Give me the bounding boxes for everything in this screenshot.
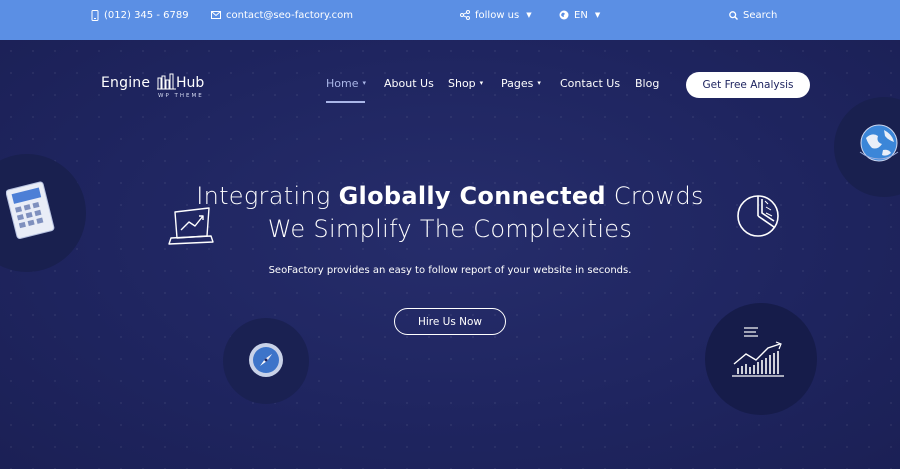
follow-us-dropdown[interactable]: follow us ▼ (460, 8, 532, 22)
hero-description: SeoFactory provides an easy to follow re… (268, 265, 632, 276)
nav-item-home[interactable]: Home ▾ (326, 75, 366, 91)
nav-item-about-us[interactable]: About Us (384, 75, 434, 91)
chevron-down-icon: ▼ (526, 11, 532, 19)
nav-label: Pages (501, 76, 534, 90)
headline-bold: Globally Connected (338, 182, 606, 210)
headline-pre: Integrating (196, 182, 339, 210)
search-label: Search (743, 9, 778, 21)
compass-icon (249, 343, 283, 377)
nav-item-shop[interactable]: Shop ▾ (448, 75, 483, 91)
email-contact[interactable]: contact@seo-factory.com (211, 8, 353, 22)
nav-label: Shop (448, 76, 476, 90)
nav-label: About Us (384, 76, 434, 90)
chevron-down-icon: ▼ (594, 11, 601, 19)
follow-us-label: follow us (475, 9, 520, 21)
nav-label: Blog (635, 76, 660, 90)
email-address: contact@seo-factory.com (226, 9, 354, 21)
phone-number: (012) 345 - 6789 (104, 9, 189, 21)
chevron-down-icon: ▾ (362, 79, 366, 87)
nav-item-pages[interactable]: Pages ▾ (501, 75, 541, 91)
search-icon (729, 10, 738, 20)
active-nav-underline (326, 101, 365, 103)
get-free-analysis-button[interactable]: Get Free Analysis (686, 72, 810, 98)
top-bar: (012) 345 - 6789 contact@seo-factory.com… (0, 0, 900, 40)
logo-word-engine: Engine (101, 75, 151, 91)
search-button[interactable]: Search (729, 8, 777, 22)
nav-label: Home (326, 76, 359, 90)
globe-small-icon (559, 10, 569, 20)
nav-label: Contact Us (560, 76, 621, 90)
bar-chart-icon (732, 327, 784, 377)
logo-tagline: WP THEME (158, 93, 204, 99)
phone-contact[interactable]: (012) 345 - 6789 (91, 8, 189, 22)
hire-us-now-button[interactable]: Hire Us Now (394, 308, 506, 335)
logo-word-hub: Hub (176, 75, 205, 91)
pie-chart-icon (737, 195, 779, 237)
language-dropdown[interactable]: EN ▼ (559, 8, 600, 22)
nav-item-contact-us[interactable]: Contact Us (560, 75, 620, 91)
calculator-icon (6, 181, 55, 239)
mail-icon (211, 11, 221, 19)
laptop-chart-icon (168, 207, 214, 245)
language-label: EN (574, 9, 588, 21)
chevron-down-icon: ▾ (537, 79, 541, 87)
share-icon (460, 10, 470, 20)
site-logo[interactable]: Engine Hub WP THEME (101, 73, 221, 103)
phone-icon (91, 9, 99, 21)
chevron-down-icon: ▾ (479, 79, 484, 87)
hero-section: Engine Hub WP THEME Home ▾ About Us Shop ▾… (0, 40, 900, 469)
globe-icon (859, 124, 899, 162)
headline-post: Crowds (605, 182, 704, 210)
factory-icon (157, 73, 176, 90)
nav-item-blog[interactable]: Blog (635, 75, 659, 91)
